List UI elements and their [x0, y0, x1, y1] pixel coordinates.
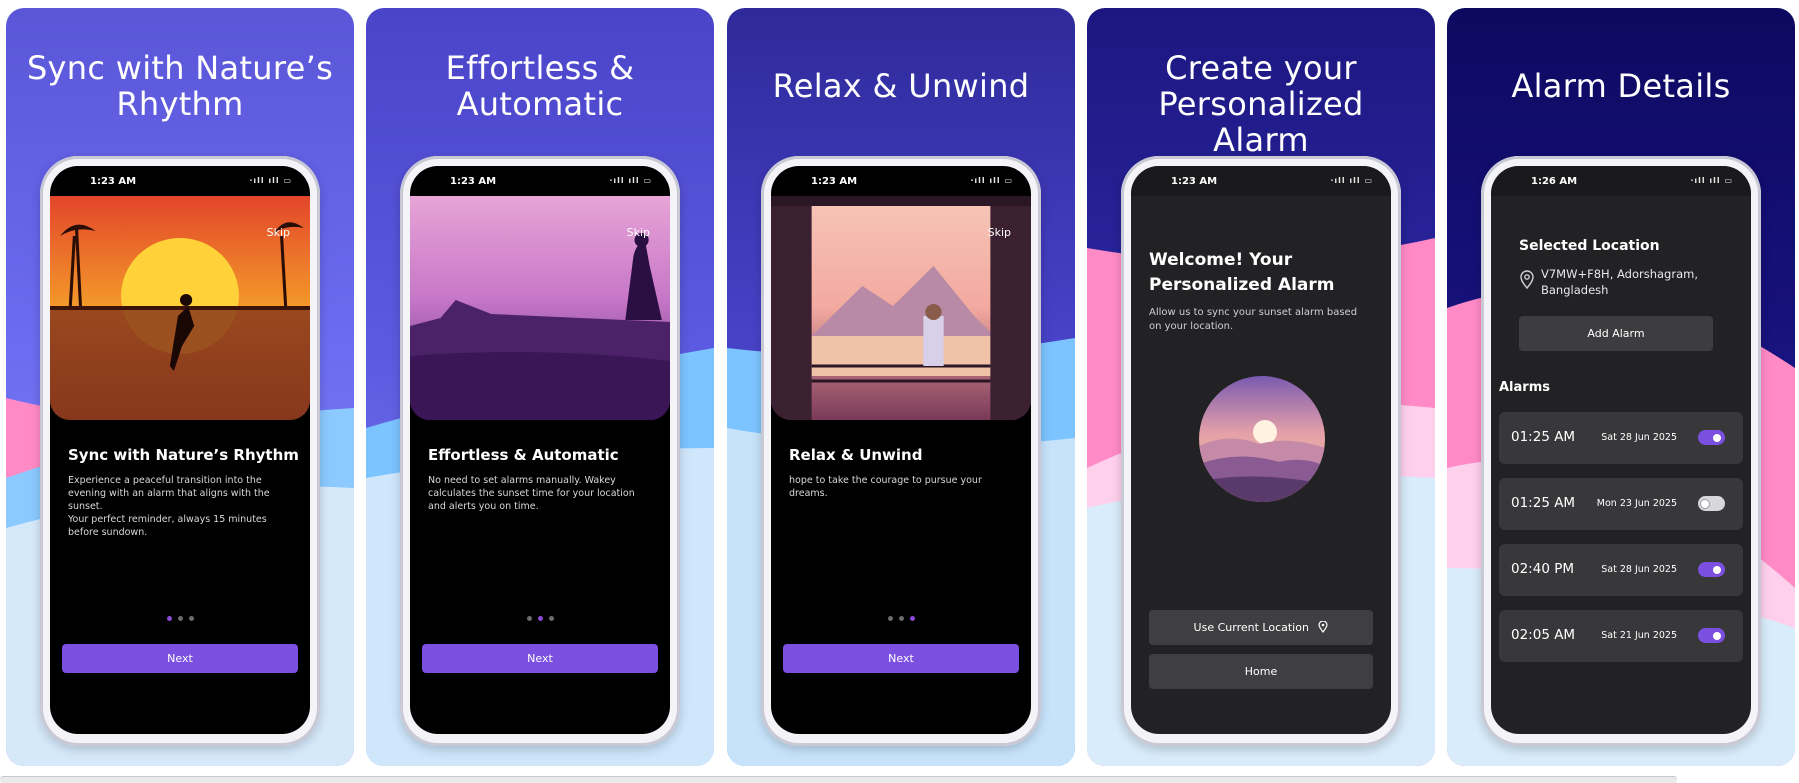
alarm-toggle[interactable] — [1698, 430, 1725, 445]
phone-screen: 1:23 AM ⋅ıll ıll ▭ — [771, 166, 1031, 734]
status-icons: ⋅ıll ıll ▭ — [609, 176, 652, 185]
phone-screen: 1:26 AM ⋅ıll ıll ▭ Selected Location V7M… — [1491, 166, 1751, 734]
page-dot — [898, 616, 904, 621]
phone-mockup: 1:23 AM ⋅ıll ıll ▭ — [40, 156, 320, 746]
onboarding-heading: Sync with Nature’s Rhythm — [68, 446, 299, 464]
page-indicator — [410, 606, 670, 625]
alarm-toggle[interactable] — [1698, 496, 1725, 511]
screenshot-panel-5: Alarm Details 1:26 AM ⋅ıll ıll ▭ Selecte… — [1447, 8, 1795, 766]
welcome-subtitle: Allow us to sync your sunset alarm based… — [1149, 307, 1358, 332]
alarms-heading: Alarms — [1499, 380, 1550, 395]
page-dot — [188, 616, 194, 621]
use-current-location-label: Use Current Location — [1193, 621, 1309, 634]
home-button[interactable]: Home — [1149, 654, 1373, 689]
skip-button[interactable]: Skip — [267, 226, 290, 239]
status-bar: 1:23 AM ⋅ıll ıll ▭ — [50, 166, 310, 196]
add-alarm-button[interactable]: Add Alarm — [1519, 316, 1713, 351]
next-button[interactable]: Next — [62, 644, 298, 673]
screenshot-panel-1: Sync with Nature’s Rhythm 1:23 AM ⋅ıll ı… — [6, 8, 354, 766]
phone-mockup: 1:23 AM ⋅ıll ıll ▭ — [761, 156, 1041, 746]
page-dot — [537, 616, 543, 621]
phone-mockup: 1:26 AM ⋅ıll ıll ▭ Selected Location V7M… — [1481, 156, 1761, 746]
status-bar: 1:23 AM ⋅ıll ıll ▭ — [1131, 166, 1391, 196]
screenshot-panel-4: Create your Personalized Alarm 1:23 AM ⋅… — [1087, 8, 1435, 766]
onboarding-body: hope to take the courage to pursue your … — [789, 475, 982, 499]
panel-title: Create your Personalized Alarm — [1158, 49, 1364, 159]
page-dot — [548, 616, 554, 621]
onboarding-body: No need to set alarms manually. Wakey ca… — [428, 475, 635, 512]
phone-screen: 1:23 AM ⋅ıll ıll ▭ Skip Effortless & Aut… — [410, 166, 670, 734]
status-bar: 1:23 AM ⋅ıll ıll ▭ — [410, 166, 670, 196]
status-time: 1:26 AM — [1531, 176, 1578, 187]
page-dot — [526, 616, 532, 621]
phone-screen: 1:23 AM ⋅ıll ıll ▭ Welcome! Your Persona… — [1131, 166, 1391, 734]
use-current-location-button[interactable]: Use Current Location — [1149, 610, 1373, 645]
next-button[interactable]: Next — [783, 644, 1019, 673]
status-time: 1:23 AM — [450, 176, 497, 187]
alarm-toggle[interactable] — [1698, 628, 1725, 643]
alarm-row[interactable]: 02:40 PM Sat 28 Jun 2025 — [1499, 544, 1743, 596]
map-pin-icon — [1520, 270, 1534, 290]
welcome-title: Welcome! Your Personalized Alarm — [1149, 250, 1335, 295]
alarm-time: 02:05 AM — [1511, 627, 1576, 643]
status-time: 1:23 AM — [90, 176, 137, 187]
status-icons: ⋅ıll ıll ▭ — [1330, 176, 1373, 185]
status-bar: 1:23 AM ⋅ıll ıll ▭ — [771, 166, 1031, 196]
onboarding-heading: Relax & Unwind — [789, 446, 923, 464]
page-dot — [887, 616, 893, 621]
status-icons: ⋅ıll ıll ▭ — [249, 176, 292, 185]
page-dot — [909, 616, 915, 621]
alarm-time: 02:40 PM — [1511, 561, 1574, 577]
page-dot — [177, 616, 183, 621]
screenshot-panel-3: Relax & Unwind 1:23 AM ⋅ıll ıll ▭ Skip R… — [727, 8, 1075, 766]
alarm-time: 01:25 AM — [1511, 495, 1576, 511]
alarm-toggle[interactable] — [1698, 562, 1725, 577]
status-time: 1:23 AM — [1171, 176, 1218, 187]
onboarding-body: Experience a peaceful transition into th… — [68, 475, 270, 538]
panel-title: Relax & Unwind — [772, 67, 1030, 105]
skip-button[interactable]: Skip — [627, 226, 650, 239]
location-address: V7MW+F8H, Adorshagram, Bangladesh — [1541, 267, 1698, 297]
page-indicator — [50, 606, 310, 625]
status-icons: ⋅ıll ıll ▭ — [970, 176, 1013, 185]
alarm-row[interactable]: 02:05 AM Sat 21 Jun 2025 — [1499, 610, 1743, 662]
panel-title: Sync with Nature’s Rhythm — [26, 49, 334, 123]
panel-title: Effortless & Automatic — [445, 49, 635, 123]
selected-location-heading: Selected Location — [1519, 238, 1660, 254]
phone-mockup: 1:23 AM ⋅ıll ıll ▭ Skip Effortless & Aut… — [400, 156, 680, 746]
alarm-date: Sat 21 Jun 2025 — [1601, 630, 1677, 641]
page-indicator — [771, 606, 1031, 625]
page-dot — [166, 616, 172, 621]
alarm-row[interactable]: 01:25 AM Mon 23 Jun 2025 — [1499, 478, 1743, 530]
alarm-time: 01:25 AM — [1511, 429, 1576, 445]
status-bar: 1:26 AM ⋅ıll ıll ▭ — [1491, 166, 1751, 196]
panel-title: Alarm Details — [1511, 67, 1731, 105]
alarm-date: Mon 23 Jun 2025 — [1596, 498, 1677, 509]
phone-screen: 1:23 AM ⋅ıll ıll ▭ — [50, 166, 310, 734]
status-time: 1:23 AM — [811, 176, 858, 187]
map-pin-icon — [1318, 620, 1329, 634]
alarm-row[interactable]: 01:25 AM Sat 28 Jun 2025 — [1499, 412, 1743, 464]
alarm-date: Sat 28 Jun 2025 — [1601, 432, 1677, 443]
alarm-date: Sat 28 Jun 2025 — [1601, 564, 1677, 575]
phone-mockup: 1:23 AM ⋅ıll ıll ▭ Welcome! Your Persona… — [1121, 156, 1401, 746]
screenshot-panel-2: Effortless & Automatic 1:23 AM ⋅ıll ıll … — [366, 8, 714, 766]
onboarding-heading: Effortless & Automatic — [428, 446, 619, 464]
next-button[interactable]: Next — [422, 644, 658, 673]
skip-button[interactable]: Skip — [988, 226, 1011, 239]
status-icons: ⋅ıll ıll ▭ — [1690, 176, 1733, 185]
sunset-illustration — [1199, 376, 1325, 502]
